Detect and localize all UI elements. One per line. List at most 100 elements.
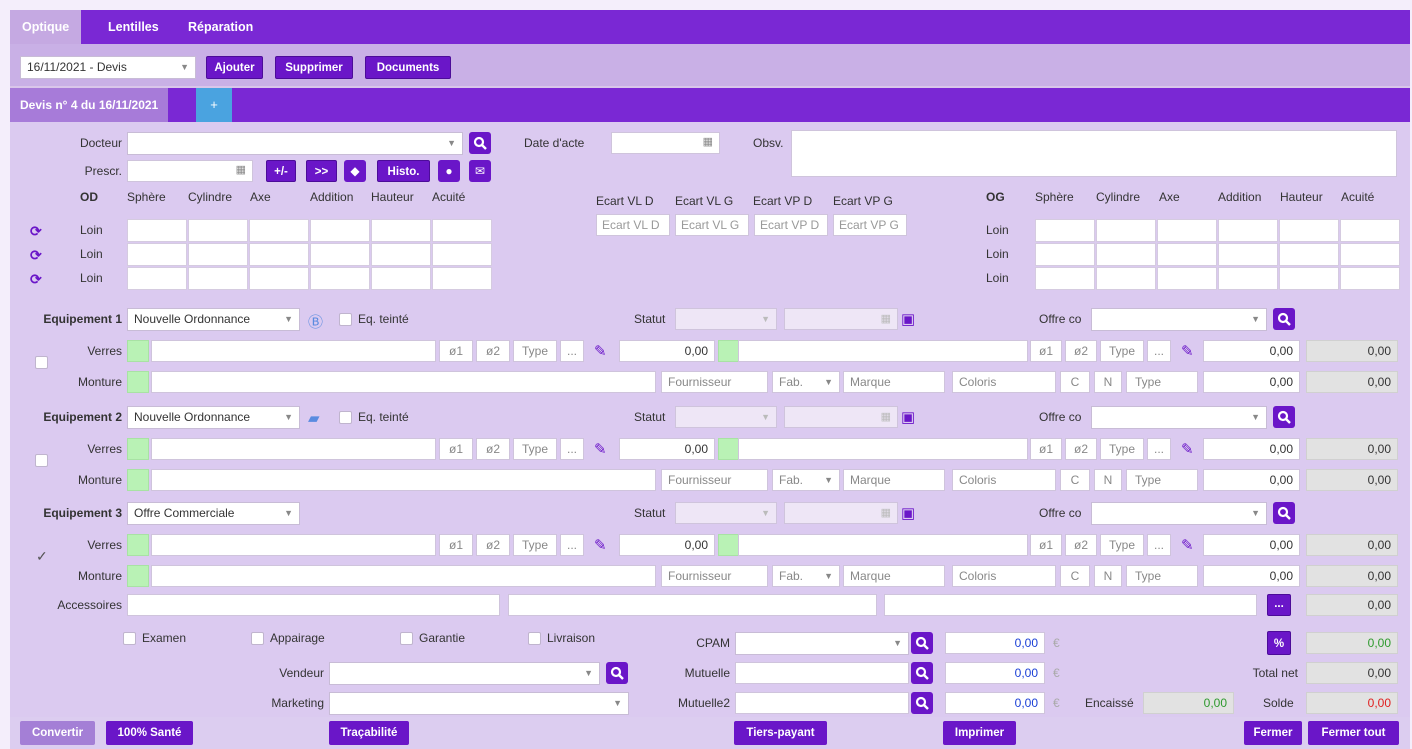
offre-co-select[interactable]: ▼ <box>1091 406 1267 429</box>
statut-date-input[interactable]: ▦ <box>784 406 898 428</box>
accessoire-input-3[interactable] <box>884 594 1257 616</box>
fermer-button[interactable]: Fermer <box>1244 721 1302 745</box>
examen-checkbox[interactable] <box>123 632 136 645</box>
od-cell[interactable] <box>371 267 431 290</box>
monture-fab-select[interactable]: Fab. ▼ <box>772 371 840 393</box>
verres-more-r[interactable]: ... <box>560 438 584 460</box>
ecart-vl-d-input[interactable]: Ecart VL D <box>596 214 670 236</box>
payer-select[interactable] <box>735 692 909 714</box>
equipement-checkbox[interactable] <box>35 356 48 369</box>
od-cell[interactable] <box>127 219 187 242</box>
payer-amount[interactable]: 0,00 <box>945 632 1045 654</box>
calendar-icon[interactable]: ▣ <box>901 408 915 426</box>
od-cell[interactable] <box>188 219 248 242</box>
od-cell[interactable] <box>249 243 309 266</box>
verres-price-l[interactable]: 0,00 <box>1203 340 1300 362</box>
verres-o1-r[interactable]: ø1 <box>439 340 473 362</box>
tab-quote[interactable]: Devis n° 4 du 16/11/2021 <box>10 88 169 122</box>
doctor-select[interactable]: ▼ <box>127 132 463 155</box>
doctor-search-button[interactable] <box>469 132 491 154</box>
vendeur-search-button[interactable] <box>606 662 628 684</box>
calendar-icon[interactable]: ▣ <box>901 504 915 522</box>
equipement-checkbox[interactable] <box>35 454 48 467</box>
og-cell[interactable] <box>1157 219 1217 242</box>
verres-input-r[interactable] <box>151 340 436 362</box>
fermer-tout-button[interactable]: Fermer tout <box>1308 721 1399 745</box>
sante-button[interactable]: 100% Santé <box>106 721 193 745</box>
edit-icon[interactable]: ✎ <box>594 536 607 554</box>
offre-co-select[interactable]: ▼ <box>1091 502 1267 525</box>
od-cell[interactable] <box>127 243 187 266</box>
payer-search-button[interactable] <box>911 632 933 654</box>
payer-amount[interactable]: 0,00 <box>945 662 1045 684</box>
verres-price-l[interactable]: 0,00 <box>1203 534 1300 556</box>
equipement-type-select[interactable]: Nouvelle Ordonnance ▼ <box>127 406 300 429</box>
og-cell[interactable] <box>1279 267 1339 290</box>
verres-o2-l[interactable]: ø2 <box>1065 340 1097 362</box>
percent-button[interactable]: % <box>1267 631 1291 655</box>
og-cell[interactable] <box>1035 219 1095 242</box>
verres-input-l[interactable] <box>738 534 1028 556</box>
offre-co-search-button[interactable] <box>1273 308 1295 330</box>
edit-icon[interactable]: ✎ <box>1181 440 1194 458</box>
monture-price[interactable]: 0,00 <box>1203 565 1300 587</box>
add-button[interactable]: Ajouter <box>206 56 263 79</box>
payer-amount[interactable]: 0,00 <box>945 692 1045 714</box>
od-cell[interactable] <box>432 267 492 290</box>
comment-button[interactable]: ● <box>438 160 460 182</box>
statut-select[interactable]: ▼ <box>675 406 777 428</box>
od-cell[interactable] <box>127 267 187 290</box>
verres-type-l[interactable]: Type <box>1100 534 1144 556</box>
calendar-icon[interactable]: ▣ <box>901 310 915 328</box>
verres-type-r[interactable]: Type <box>513 340 557 362</box>
verres-input-r[interactable] <box>151 438 436 460</box>
monture-n[interactable]: N <box>1094 565 1122 587</box>
tiers-payant-button[interactable]: Tiers-payant <box>734 721 827 745</box>
statut-select[interactable]: ▼ <box>675 502 777 524</box>
refresh-icon[interactable]: ⟳ <box>30 247 42 264</box>
offre-co-select[interactable]: ▼ <box>1091 308 1267 331</box>
od-cell[interactable] <box>310 219 370 242</box>
verres-type-l[interactable]: Type <box>1100 340 1144 362</box>
monture-coloris[interactable]: Coloris <box>952 469 1056 491</box>
refresh-icon[interactable]: ⟳ <box>30 223 42 240</box>
equipement-type-select[interactable]: Offre Commerciale ▼ <box>127 502 300 525</box>
verres-price-r[interactable]: 0,00 <box>619 340 715 362</box>
livraison-checkbox[interactable] <box>528 632 541 645</box>
og-cell[interactable] <box>1279 243 1339 266</box>
payer-select[interactable] <box>735 662 909 684</box>
ecart-vp-d-input[interactable]: Ecart VP D <box>754 214 828 236</box>
od-cell[interactable] <box>310 267 370 290</box>
verres-more-l[interactable]: ... <box>1147 534 1171 556</box>
og-cell[interactable] <box>1157 243 1217 266</box>
ecart-vl-g-input[interactable]: Ecart VL G <box>675 214 749 236</box>
verres-price-r[interactable]: 0,00 <box>619 534 715 556</box>
accessoire-input-2[interactable] <box>508 594 877 616</box>
od-cell[interactable] <box>188 243 248 266</box>
statut-date-input[interactable]: ▦ <box>784 308 898 330</box>
vendeur-select[interactable]: ▼ <box>329 662 600 685</box>
edit-icon[interactable]: ✎ <box>594 440 607 458</box>
garantie-checkbox[interactable] <box>400 632 413 645</box>
accessoire-input-1[interactable] <box>127 594 500 616</box>
monture-coloris[interactable]: Coloris <box>952 565 1056 587</box>
verres-o2-r[interactable]: ø2 <box>476 438 510 460</box>
offre-co-search-button[interactable] <box>1273 502 1295 524</box>
verres-o1-l[interactable]: ø1 <box>1030 340 1062 362</box>
verres-input-l[interactable] <box>738 438 1028 460</box>
offre-co-search-button[interactable] <box>1273 406 1295 428</box>
monture-type[interactable]: Type <box>1126 565 1198 587</box>
tab-lentilles[interactable]: Lentilles <box>96 10 171 44</box>
appairage-checkbox[interactable] <box>251 632 264 645</box>
verres-input-r[interactable] <box>151 534 436 556</box>
monture-fournisseur[interactable]: Fournisseur <box>661 371 768 393</box>
monture-marque[interactable]: Marque <box>843 565 945 587</box>
add-quote-tab[interactable]: + <box>196 88 232 122</box>
og-cell[interactable] <box>1340 267 1400 290</box>
monture-type[interactable]: Type <box>1126 371 1198 393</box>
monture-type[interactable]: Type <box>1126 469 1198 491</box>
monture-fournisseur[interactable]: Fournisseur <box>661 469 768 491</box>
edit-icon[interactable]: ✎ <box>1181 536 1194 554</box>
od-cell[interactable] <box>188 267 248 290</box>
verres-o2-l[interactable]: ø2 <box>1065 534 1097 556</box>
